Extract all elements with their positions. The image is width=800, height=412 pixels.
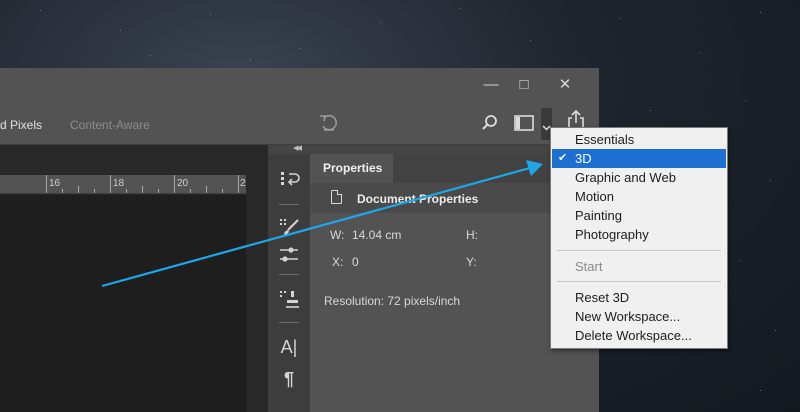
menu-item-reset-3d[interactable]: Reset 3D [552,288,726,307]
resolution-text: Resolution: 72 pixels/inch [324,294,461,308]
menu-item-label: Essentials [575,132,635,147]
history-icon[interactable] [268,162,310,196]
clone-source-icon[interactable] [268,282,310,316]
divider [279,274,299,275]
menu-item-label: Delete Workspace... [575,328,692,343]
ruler-tick [238,175,239,193]
search-icon[interactable] [481,114,499,137]
collapse-arrows-icon[interactable]: ◂◂ [293,141,302,154]
ruler-label: 16 [49,178,61,189]
horizontal-ruler: 16 18 20 2 [0,175,246,194]
sample-option-label[interactable]: d Pixels [0,118,42,132]
restore-icon[interactable]: □ [512,74,536,96]
menu-item-label: Graphic and Web [575,170,676,185]
undo-rotate-icon[interactable] [318,112,340,139]
divider [279,204,299,205]
ruler-tick [190,189,191,193]
menu-item-painting[interactable]: Painting [552,206,726,225]
paragraph-icon[interactable]: ¶ [268,362,310,396]
menu-item-label: New Workspace... [575,309,681,324]
section-title: Document Properties [357,192,479,206]
width-label: W: [330,228,345,242]
adjustments-icon[interactable] [268,238,310,272]
title-bar: — □ ✕ [0,68,599,104]
close-icon[interactable]: ✕ [553,74,577,96]
workspace-menu: Essentials ✔ 3D Graphic and Web Motion Pa… [550,127,728,349]
menu-item-start: Start [552,257,726,276]
photoshop-window: — □ ✕ d Pixels Content-Aware 16 18 20 2 [0,68,599,412]
panel-icon-strip: A| ¶ [268,154,310,412]
menu-item-label: Painting [575,208,622,223]
character-icon[interactable]: A| [268,330,310,364]
menu-item-label: Photography [575,227,649,242]
menu-item-label: 3D [575,151,592,166]
menu-item-label: Start [575,259,603,274]
ruler-tick [46,175,47,193]
ruler-tick [110,175,111,193]
document-icon [331,190,342,204]
check-icon: ✔ [558,152,568,164]
menu-item-label: Reset 3D [575,290,630,305]
menu-item-essentials[interactable]: Essentials [552,130,726,149]
ruler-label: 18 [113,178,125,189]
ruler-tick [62,189,63,193]
menu-item-new-workspace[interactable]: New Workspace... [552,307,726,326]
ruler-tick [78,186,79,193]
ruler-label: 20 [177,178,189,189]
divider [279,322,299,323]
ruler-tick [174,175,175,193]
ruler-tick [222,189,223,193]
height-label: H: [466,228,478,242]
menu-item-delete-workspace[interactable]: Delete Workspace... [552,326,726,345]
menu-separator [557,250,721,251]
menu-item-photography[interactable]: Photography [552,225,726,244]
document-canvas[interactable] [0,195,246,412]
content-aware-option[interactable]: Content-Aware [70,118,150,132]
menu-item-3d[interactable]: ✔ 3D [552,149,726,168]
x-value[interactable]: 0 [352,255,359,269]
ruler-tick [158,189,159,193]
menu-item-motion[interactable]: Motion [552,187,726,206]
ruler-label: 2 [240,178,246,189]
workspace-layout-icon[interactable] [514,115,534,136]
ruler-tick [142,186,143,193]
ruler-tick [206,186,207,193]
options-bar: d Pixels Content-Aware [0,104,599,145]
ruler-tick [94,189,95,193]
ruler-tick [126,189,127,193]
minimize-icon[interactable]: — [479,74,503,96]
menu-separator [557,281,721,282]
menu-item-graphic-and-web[interactable]: Graphic and Web [552,168,726,187]
y-label: Y: [466,255,477,269]
x-label: X: [332,255,344,269]
width-value[interactable]: 14.04 cm [352,228,401,242]
tab-properties[interactable]: Properties [311,154,393,183]
menu-item-label: Motion [575,189,615,204]
